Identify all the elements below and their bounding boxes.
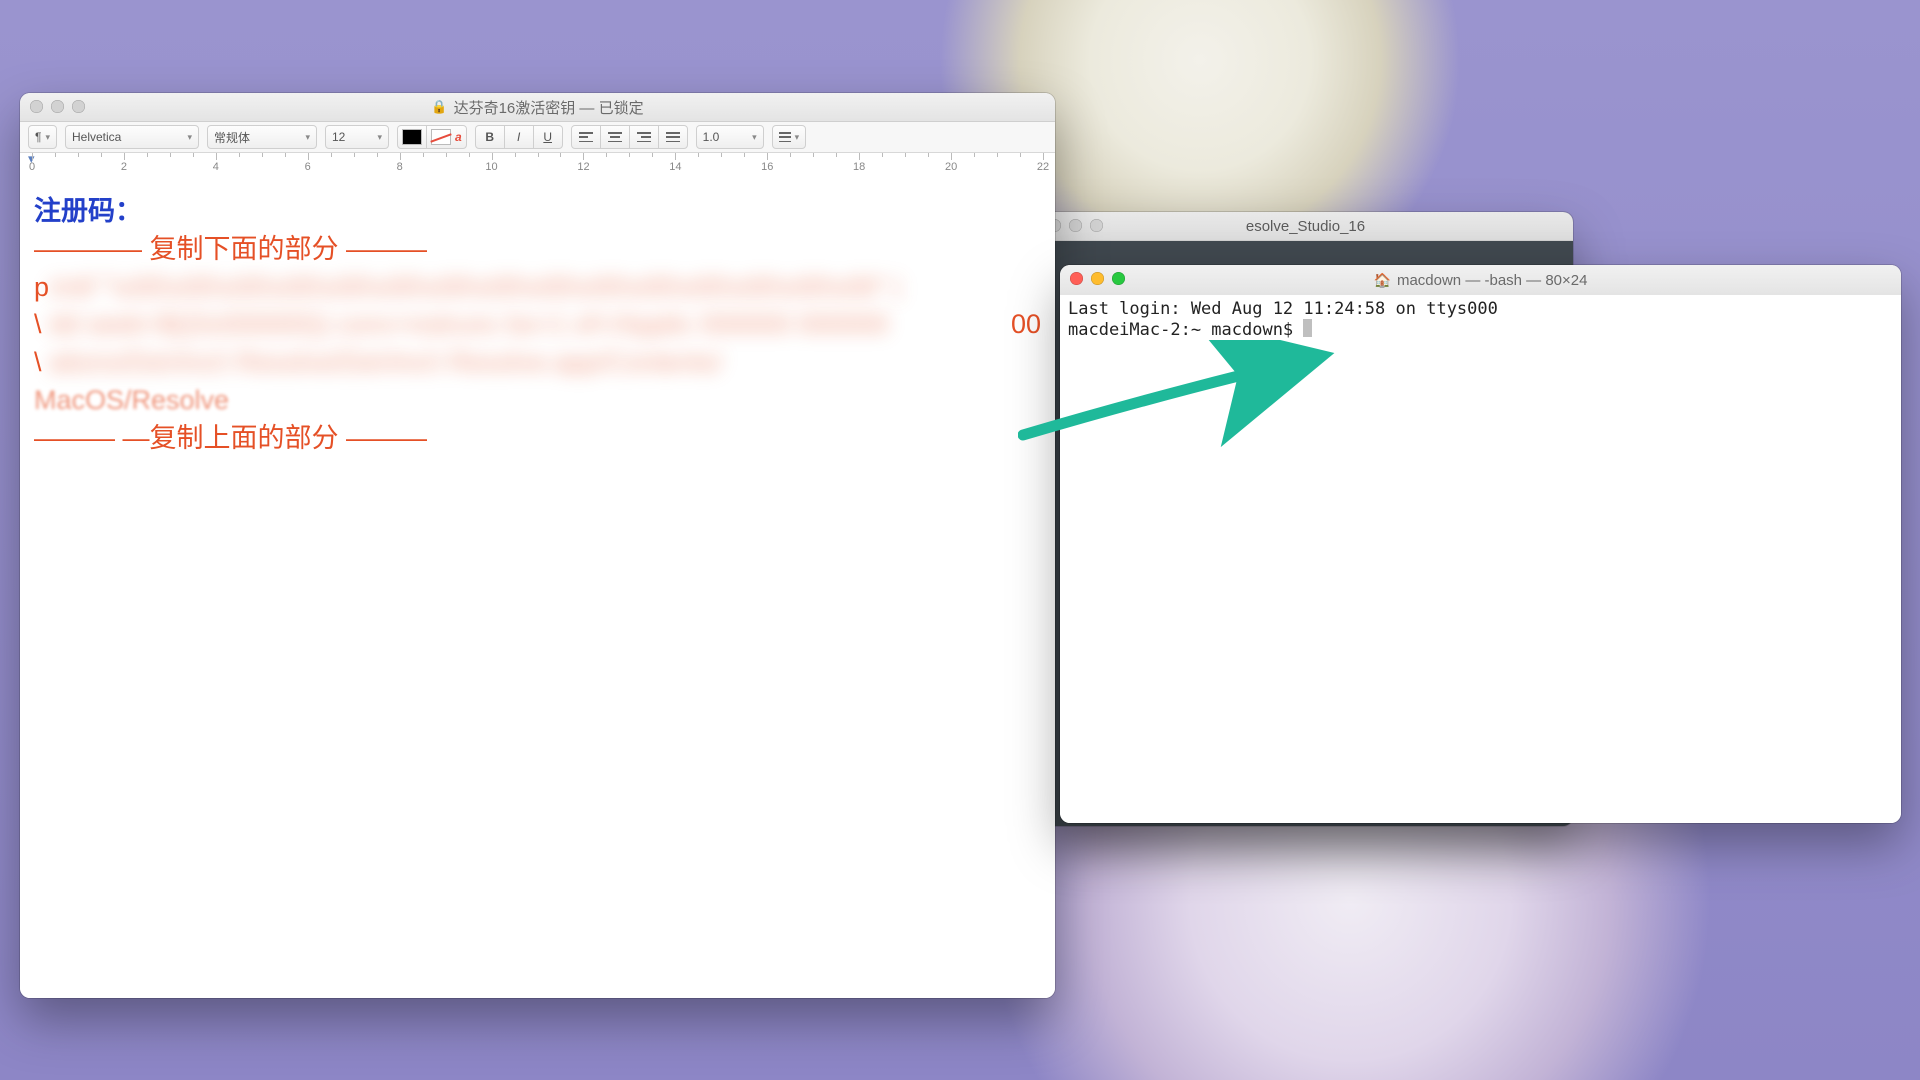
- ruler-number: 20: [945, 161, 957, 173]
- finder-traffic-lights: [1048, 219, 1103, 232]
- ruler-number: 10: [485, 161, 497, 173]
- align-center-button[interactable]: [600, 125, 630, 149]
- ruler-number: 0: [29, 161, 35, 173]
- no-color-icon: [431, 129, 451, 145]
- list-style-select[interactable]: ▾: [772, 125, 807, 149]
- ruler-number: 14: [669, 161, 681, 173]
- minimize-icon[interactable]: [1091, 272, 1104, 285]
- redacted-text: dd seek=$((0x000000)) conv=notrunc bs=1 …: [42, 309, 889, 339]
- terminal-titlebar[interactable]: 🏠 macdown — -bash — 80×24: [1060, 265, 1901, 296]
- home-icon: 🏠: [1374, 272, 1391, 289]
- editor-titlebar[interactable]: 🔒 达芬奇16激活密钥 — 已锁定: [20, 93, 1055, 122]
- italic-button[interactable]: I: [504, 125, 534, 149]
- line-spacing-label: 1.0: [703, 130, 720, 144]
- highlight-a-icon: a: [455, 130, 462, 144]
- bottom-marker-text: ——— —复制上面的部分 ———: [34, 420, 1041, 458]
- ruler-number: 2: [121, 161, 127, 173]
- align-justify-button[interactable]: [658, 125, 688, 149]
- redacted-text: rintf "\x00\x00\x00\x00\x00\x00\x00\x00\…: [49, 272, 901, 302]
- font-size-label: 12: [332, 130, 345, 144]
- font-family-label: Helvetica: [72, 130, 121, 144]
- font-style-select[interactable]: 常规体▾: [207, 125, 317, 149]
- zoom-icon[interactable]: [72, 100, 85, 113]
- textedit-window[interactable]: 🔒 达芬奇16激活密钥 — 已锁定 ¶▾ Helvetica▾ 常规体▾ 12▾…: [20, 93, 1055, 998]
- highlight-color-button[interactable]: a: [426, 125, 467, 149]
- zoom-icon[interactable]: [1112, 272, 1125, 285]
- ruler-number: 6: [305, 161, 311, 173]
- alignment-group: [571, 125, 688, 149]
- font-size-select[interactable]: 12▾: [325, 125, 389, 149]
- ruler-number: 12: [577, 161, 589, 173]
- paragraph-icon: ¶: [35, 130, 41, 144]
- terminal-window[interactable]: 🏠 macdown — -bash — 80×24 Last login: We…: [1060, 265, 1901, 823]
- font-family-select[interactable]: Helvetica▾: [65, 125, 199, 149]
- line-2: \ dd seek=$((0x000000)) conv=notrunc bs=…: [34, 306, 1041, 344]
- cursor-icon: [1303, 319, 1312, 337]
- editor-toolbar: ¶▾ Helvetica▾ 常规体▾ 12▾ a B I U 1.0▾: [20, 122, 1055, 153]
- align-center-icon: [608, 132, 622, 142]
- paragraph-style-menu[interactable]: ¶▾: [28, 125, 57, 149]
- ruler-number: 22: [1037, 161, 1049, 173]
- close-icon[interactable]: [1070, 272, 1083, 285]
- ruler-number: 8: [397, 161, 403, 173]
- finder-titlebar[interactable]: esolve_Studio_16: [1038, 212, 1573, 241]
- minimize-icon[interactable]: [1069, 219, 1082, 232]
- lock-icon: 🔒: [431, 99, 447, 115]
- editor-traffic-lights: [30, 100, 85, 113]
- minimize-icon[interactable]: [51, 100, 64, 113]
- terminal-traffic-lights: [1070, 272, 1125, 285]
- line-2-right: 00: [1011, 306, 1041, 344]
- terminal-body[interactable]: Last login: Wed Aug 12 11:24:58 on ttys0…: [1060, 295, 1901, 823]
- color-swatch-icon: [402, 129, 422, 145]
- terminal-title: macdown — -bash — 80×24: [1397, 272, 1588, 289]
- document-body[interactable]: 注册码： ———— 复制下面的部分 ——— printf "\x00\x00\x…: [20, 175, 1055, 998]
- ruler-number: 18: [853, 161, 865, 173]
- line-3: \ ations/DaVinci\ Resolve/DaVinci\ Resol…: [34, 344, 1041, 382]
- heading-text: 注册码：: [34, 193, 1041, 231]
- bold-button[interactable]: B: [475, 125, 505, 149]
- ruler-number: 4: [213, 161, 219, 173]
- line-4: MacOS/Resolve: [34, 382, 1041, 420]
- terminal-line-1: Last login: Wed Aug 12 11:24:58 on ttys0…: [1068, 299, 1498, 319]
- text-color-button[interactable]: [397, 125, 427, 149]
- align-justify-icon: [666, 132, 680, 142]
- line-spacing-select[interactable]: 1.0▾: [696, 125, 764, 149]
- redacted-text: ations/DaVinci\ Resolve/DaVinci\ Resolve…: [42, 347, 722, 377]
- line-1: printf "\x00\x00\x00\x00\x00\x00\x00\x00…: [34, 269, 1041, 307]
- top-marker-text: ———— 复制下面的部分 ———: [34, 231, 1041, 269]
- underline-button[interactable]: U: [533, 125, 563, 149]
- ruler-number: 16: [761, 161, 773, 173]
- align-left-button[interactable]: [571, 125, 601, 149]
- font-style-label: 常规体: [214, 129, 250, 146]
- list-icon: [779, 132, 791, 142]
- align-right-button[interactable]: [629, 125, 659, 149]
- terminal-prompt: macdeiMac-2:~ macdown$: [1068, 320, 1303, 340]
- finder-title: esolve_Studio_16: [1246, 218, 1365, 235]
- color-group: a: [397, 125, 467, 149]
- align-left-icon: [579, 132, 593, 142]
- align-right-icon: [637, 132, 651, 142]
- editor-title: 达芬奇16激活密钥 — 已锁定: [454, 97, 644, 118]
- close-icon[interactable]: [30, 100, 43, 113]
- zoom-icon[interactable]: [1090, 219, 1103, 232]
- text-format-group: B I U: [475, 125, 563, 149]
